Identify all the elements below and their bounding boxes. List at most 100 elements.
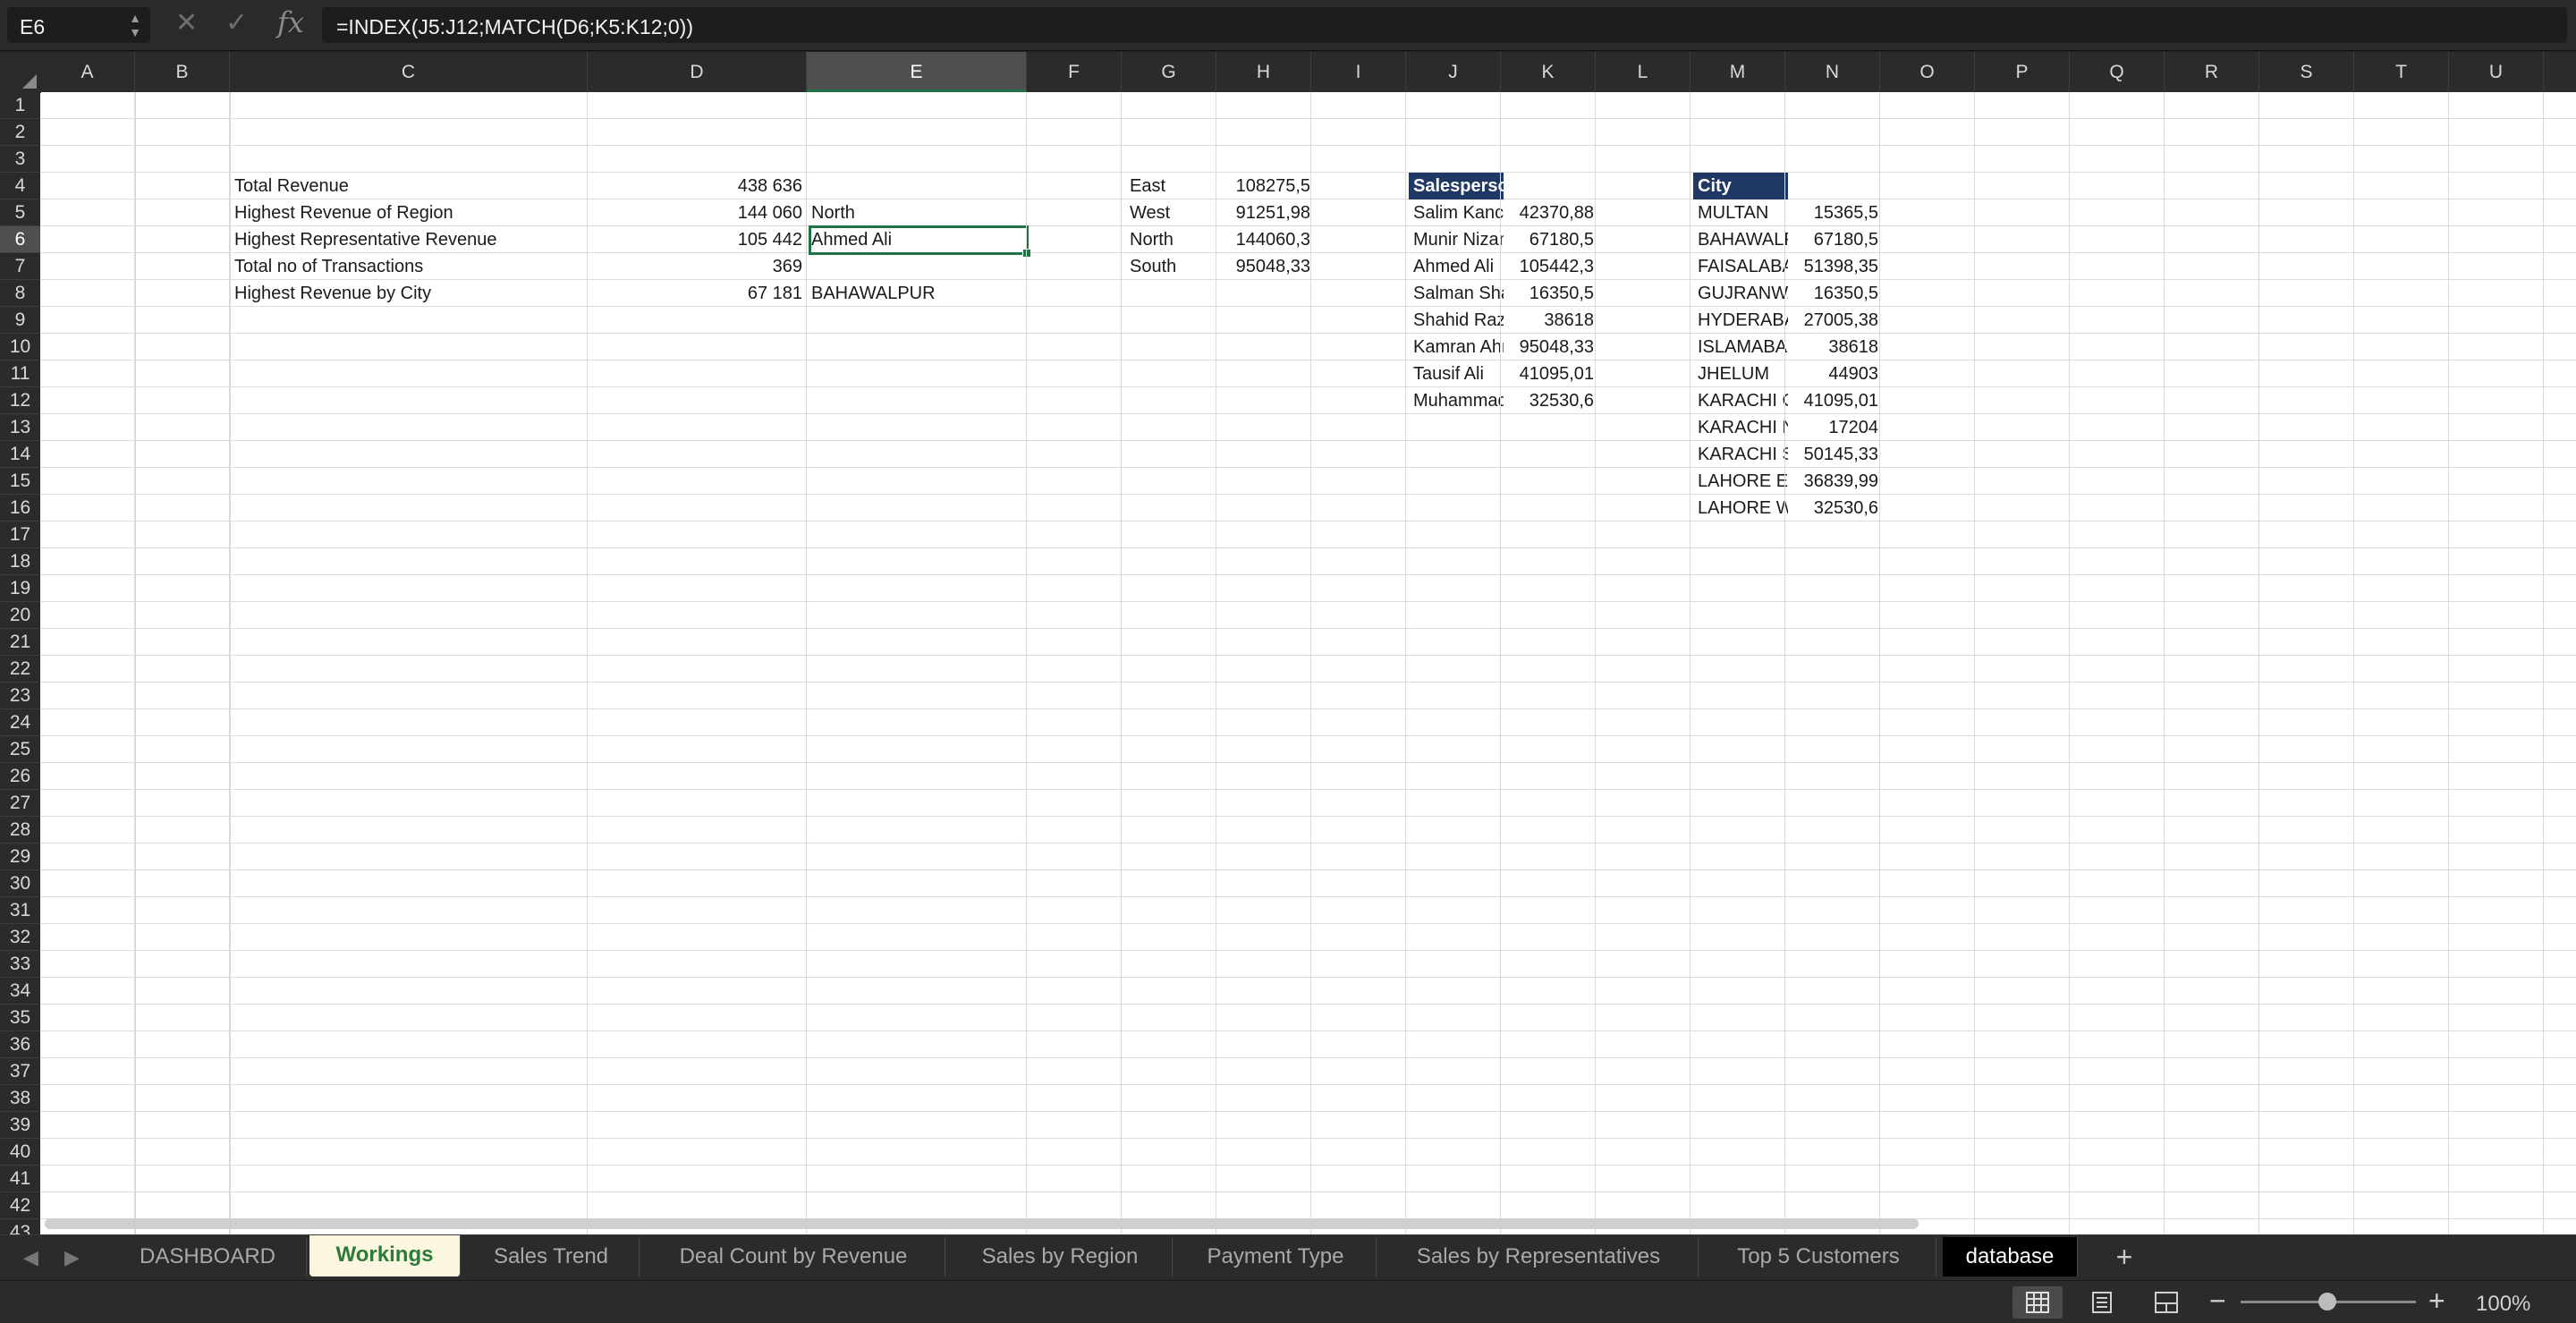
salesperson-value[interactable]: 105442,3	[1504, 253, 1598, 280]
column-header-l[interactable]: L	[1596, 52, 1690, 92]
cell-c5[interactable]: Highest Revenue of Region	[230, 199, 586, 226]
row-header-42[interactable]: 42	[0, 1192, 40, 1219]
row-header-34[interactable]: 34	[0, 978, 40, 1005]
salesperson-value[interactable]: 95048,33	[1504, 334, 1598, 360]
salesperson-value[interactable]: 41095,01	[1504, 360, 1598, 387]
city-value[interactable]: 38618	[1788, 334, 1883, 360]
city-name[interactable]: LAHORE EAST	[1693, 468, 1788, 495]
row-header-36[interactable]: 36	[0, 1031, 40, 1058]
tab-sales-by-representatives[interactable]: Sales by Representatives	[1379, 1237, 1699, 1276]
region-name[interactable]: North	[1125, 226, 1220, 253]
row-header-25[interactable]: 25	[0, 736, 40, 763]
city-value[interactable]: 32530,6	[1788, 495, 1883, 522]
row-header-37[interactable]: 37	[0, 1058, 40, 1085]
salesperson-value[interactable]: 38618	[1504, 307, 1598, 334]
tab-sales-trend[interactable]: Sales Trend	[463, 1237, 640, 1276]
city-name[interactable]: KARACHI NORTH	[1693, 414, 1788, 441]
cell-e5[interactable]: North	[807, 199, 1027, 226]
city-name[interactable]: GUJRANWALA	[1693, 280, 1788, 307]
row-header-30[interactable]: 30	[0, 870, 40, 897]
region-value[interactable]: 108275,5	[1220, 173, 1315, 199]
normal-view-button[interactable]	[2012, 1286, 2063, 1319]
formula-input[interactable]: =INDEX(J5:J12;MATCH(D6;K5:K12;0))	[322, 7, 2567, 43]
salesperson-name[interactable]: Ahmed Ali	[1409, 253, 1504, 280]
row-header-6[interactable]: 6	[0, 226, 40, 253]
row-header-33[interactable]: 33	[0, 951, 40, 978]
row-header-14[interactable]: 14	[0, 441, 40, 468]
row-header-24[interactable]: 24	[0, 709, 40, 736]
column-header-m[interactable]: M	[1690, 52, 1785, 92]
zoom-in-button[interactable]: +	[2428, 1285, 2445, 1318]
city-value[interactable]: 27005,38	[1788, 307, 1883, 334]
row-header-8[interactable]: 8	[0, 280, 40, 307]
column-header-i[interactable]: I	[1311, 52, 1406, 92]
cell-c6[interactable]: Highest Representative Revenue	[230, 226, 586, 253]
horizontal-scrollbar[interactable]	[45, 1218, 1919, 1229]
cell-area[interactable]: Total Revenue 438 636 Highest Revenue of…	[40, 92, 2576, 1234]
cell-d5[interactable]: 144 060	[589, 199, 807, 226]
salesperson-name[interactable]: Salim Kanchwala	[1409, 199, 1504, 226]
row-header-11[interactable]: 11	[0, 360, 40, 387]
salesperson-name[interactable]: Shahid Raza	[1409, 307, 1504, 334]
salesperson-value[interactable]: 32530,6	[1504, 387, 1598, 414]
row-header-4[interactable]: 4	[0, 173, 40, 199]
tab-database[interactable]: database	[1943, 1237, 2078, 1276]
row-header-40[interactable]: 40	[0, 1139, 40, 1166]
region-value[interactable]: 95048,33	[1220, 253, 1315, 280]
column-header-h[interactable]: H	[1216, 52, 1311, 92]
tab-workings[interactable]: Workings	[309, 1235, 461, 1276]
city-name[interactable]: MULTAN	[1693, 199, 1788, 226]
next-sheet-icon[interactable]: ▶	[64, 1246, 80, 1269]
column-header-a[interactable]: A	[40, 52, 135, 92]
name-box[interactable]: E6 ▲ ▼	[7, 7, 150, 43]
row-header-1[interactable]: 1	[0, 92, 40, 119]
row-header-3[interactable]: 3	[0, 146, 40, 173]
cell-e8[interactable]: BAHAWALPUR	[807, 280, 1027, 307]
city-value[interactable]: 15365,5	[1788, 199, 1883, 226]
row-header-18[interactable]: 18	[0, 548, 40, 575]
row-header-21[interactable]: 21	[0, 629, 40, 656]
row-header-29[interactable]: 29	[0, 844, 40, 870]
row-header-10[interactable]: 10	[0, 334, 40, 360]
name-box-stepper-icon[interactable]: ▲ ▼	[129, 11, 141, 39]
salesperson-name[interactable]: Salman Shah	[1409, 280, 1504, 307]
zoom-out-button[interactable]: −	[2209, 1285, 2226, 1318]
column-header-f[interactable]: F	[1027, 52, 1122, 92]
city-value[interactable]: 16350,5	[1788, 280, 1883, 307]
row-header-2[interactable]: 2	[0, 119, 40, 146]
row-header-31[interactable]: 31	[0, 897, 40, 924]
page-layout-view-button[interactable]	[2077, 1286, 2127, 1319]
column-header-q[interactable]: Q	[2070, 52, 2165, 92]
tab-top-5-customers[interactable]: Top 5 Customers	[1701, 1237, 1936, 1276]
city-value[interactable]: 44903	[1788, 360, 1883, 387]
city-value[interactable]: 50145,33	[1788, 441, 1883, 468]
tab-deal-count-by-revenue[interactable]: Deal Count by Revenue	[642, 1237, 945, 1276]
city-name[interactable]: FAISALABAD	[1693, 253, 1788, 280]
row-header-35[interactable]: 35	[0, 1005, 40, 1031]
tab-dashboard[interactable]: DASHBOARD	[109, 1237, 307, 1276]
column-header-r[interactable]: R	[2165, 52, 2259, 92]
row-header-20[interactable]: 20	[0, 602, 40, 629]
zoom-level[interactable]: 100%	[2476, 1292, 2530, 1317]
salesperson-value[interactable]: 42370,88	[1504, 199, 1598, 226]
city-value[interactable]: 17204	[1788, 414, 1883, 441]
column-header-s[interactable]: S	[2259, 52, 2354, 92]
active-cell-selection[interactable]	[809, 225, 1031, 258]
city-value[interactable]: 41095,01	[1788, 387, 1883, 414]
column-header-d[interactable]: D	[588, 52, 807, 92]
row-header-15[interactable]: 15	[0, 468, 40, 495]
region-value[interactable]: 91251,98	[1220, 199, 1315, 226]
column-header-u[interactable]: U	[2449, 52, 2544, 92]
cell-d7[interactable]: 369	[589, 253, 807, 280]
page-break-view-button[interactable]	[2141, 1286, 2191, 1319]
salesperson-name[interactable]: Muhammad	[1409, 387, 1504, 414]
column-header-p[interactable]: P	[1975, 52, 2070, 92]
city-name[interactable]: LAHORE WEST	[1693, 495, 1788, 522]
row-header-27[interactable]: 27	[0, 790, 40, 817]
salesperson-value[interactable]: 67180,5	[1504, 226, 1598, 253]
cell-c8[interactable]: Highest Revenue by City	[230, 280, 586, 307]
region-name[interactable]: East	[1125, 173, 1220, 199]
cell-d4[interactable]: 438 636	[589, 173, 807, 199]
cell-c4[interactable]: Total Revenue	[230, 173, 586, 199]
zoom-slider-thumb[interactable]	[2318, 1293, 2336, 1310]
